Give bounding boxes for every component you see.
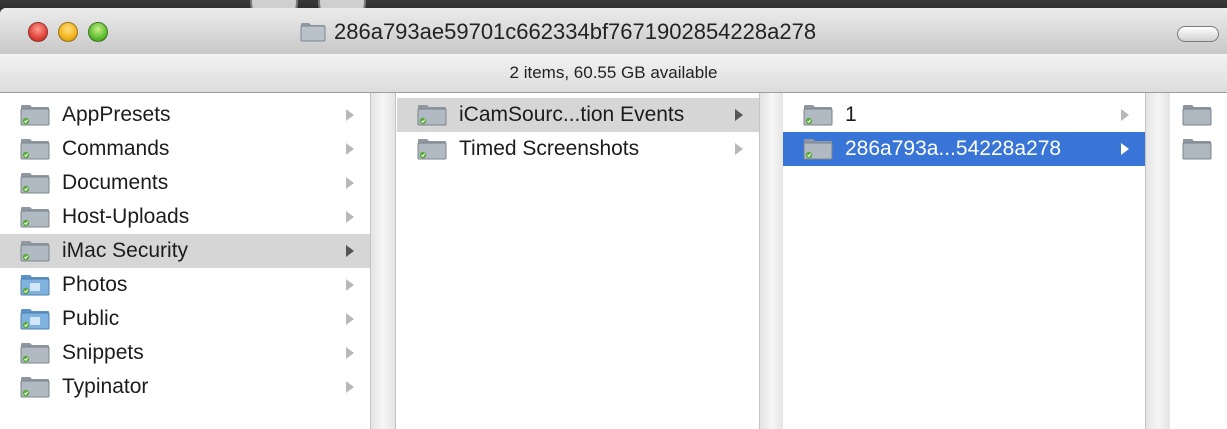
folder-icon — [20, 241, 50, 262]
folder-icon — [417, 105, 447, 126]
folder-icon — [20, 105, 50, 126]
column-divider[interactable] — [1145, 93, 1171, 429]
item-label: Typinator — [62, 375, 149, 398]
status-text: 2 items, 60.55 GB available — [509, 63, 718, 82]
item-label: Commands — [62, 137, 170, 160]
item-label: AppPresets — [62, 103, 171, 126]
window-title: 286a793ae59701c662334bf7671902854228a278 — [300, 19, 817, 44]
title-bar[interactable]: 286a793ae59701c662334bf7671902854228a278 — [0, 8, 1227, 55]
folder-icon — [20, 377, 50, 398]
minimize-button[interactable] — [58, 22, 78, 42]
item-label: Photos — [62, 273, 128, 296]
zoom-button[interactable] — [88, 22, 108, 42]
item-label: iMac Security — [62, 239, 189, 262]
folder-icon — [20, 343, 50, 364]
list-item[interactable]: iMac Security — [0, 234, 370, 268]
status-bar: 2 items, 60.55 GB available — [0, 54, 1227, 93]
item-label: Public — [62, 307, 120, 330]
list-item[interactable]: iCamSourc...tion Events — [397, 98, 759, 132]
disclosure-arrow-icon — [346, 177, 354, 189]
disclosure-arrow-icon — [346, 347, 354, 359]
column-2[interactable]: iCamSourc...tion Events Timed Screenshots — [397, 93, 759, 429]
list-item[interactable]: 286a793a...54228a278 — [783, 132, 1145, 166]
finder-window: 286a793ae59701c662334bf7671902854228a278… — [0, 8, 1227, 429]
folder-icon — [803, 105, 833, 126]
item-label: 286a793a...54228a278 — [845, 137, 1062, 160]
list-item[interactable]: Documents — [0, 166, 370, 200]
column-1[interactable]: AppPresets Commands Documents Host-Uploads i… — [0, 93, 370, 429]
folder-icon — [20, 207, 50, 228]
item-label: Host-Uploads — [62, 205, 190, 228]
list-item[interactable]: Photos — [0, 268, 370, 302]
list-item[interactable]: Commands — [0, 132, 370, 166]
disclosure-arrow-icon — [735, 109, 743, 121]
list-item[interactable]: Typinator — [0, 370, 370, 404]
column-3[interactable]: 1 286a793a...54228a278 — [783, 93, 1145, 429]
folder-icon — [20, 139, 50, 160]
folder-icon — [803, 139, 833, 160]
window-title-text: 286a793ae59701c662334bf7671902854228a278 — [334, 19, 817, 44]
folder-icon — [1182, 105, 1212, 126]
disclosure-arrow-icon — [346, 211, 354, 223]
disclosure-arrow-icon — [346, 313, 354, 325]
list-item[interactable]: AppPresets — [0, 98, 370, 132]
column-divider[interactable] — [759, 93, 785, 429]
column-4[interactable] — [1170, 93, 1227, 429]
disclosure-arrow-icon — [346, 109, 354, 121]
public-folder-icon — [20, 309, 50, 330]
disclosure-arrow-icon — [346, 381, 354, 393]
disclosure-arrow-icon — [1121, 143, 1129, 155]
disclosure-arrow-icon — [346, 143, 354, 155]
list-item[interactable]: Snippets — [0, 336, 370, 370]
folder-icon — [1182, 139, 1212, 160]
column-divider[interactable] — [370, 93, 396, 429]
item-label: Timed Screenshots — [459, 137, 640, 160]
list-item[interactable]: Timed Screenshots — [397, 132, 759, 166]
folder-icon — [300, 23, 326, 42]
disclosure-arrow-icon — [1121, 109, 1129, 121]
item-label: 1 — [845, 103, 857, 126]
close-button[interactable] — [28, 22, 48, 42]
item-label: Documents — [62, 171, 169, 194]
photos-folder-icon — [20, 275, 50, 296]
disclosure-arrow-icon — [735, 143, 743, 155]
list-item[interactable]: 1 — [783, 98, 1145, 132]
item-label: iCamSourc...tion Events — [459, 103, 685, 126]
list-item[interactable]: Public — [0, 302, 370, 336]
column-browser: AppPresets Commands Documents Host-Uploads i… — [0, 93, 1227, 429]
disclosure-arrow-icon — [346, 245, 354, 257]
item-label: Snippets — [62, 341, 144, 364]
list-item[interactable]: Host-Uploads — [0, 200, 370, 234]
folder-icon — [20, 173, 50, 194]
folder-icon — [417, 139, 447, 160]
disclosure-arrow-icon — [346, 279, 354, 291]
toolbar-toggle-button[interactable] — [1177, 26, 1219, 42]
